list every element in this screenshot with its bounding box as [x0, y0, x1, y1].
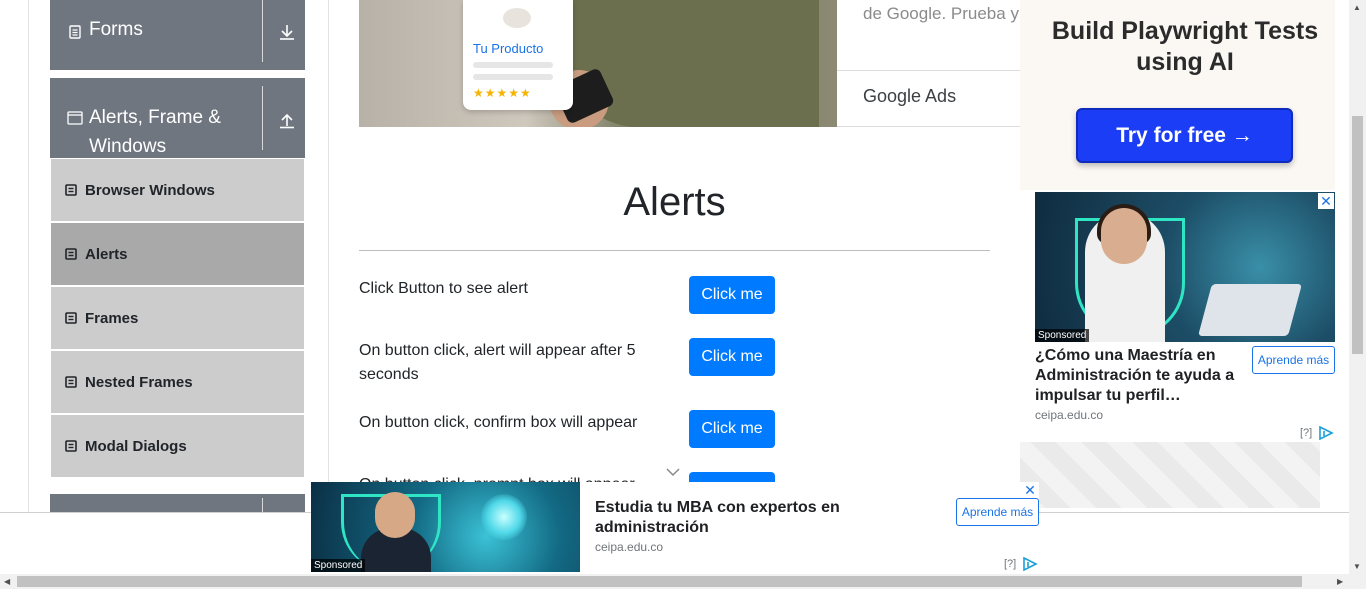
- mba-side-ad-headline[interactable]: ¿Cómo una Maestría en Administración te …: [1035, 346, 1245, 406]
- close-icon[interactable]: ✕: [1022, 482, 1038, 498]
- product-card-title: Tu Producto: [473, 41, 544, 56]
- ad-info-link[interactable]: [?]: [1300, 427, 1312, 439]
- list-icon: [65, 184, 77, 196]
- placeholder-line: [473, 74, 553, 80]
- timer-alert-button[interactable]: Click me: [689, 338, 775, 376]
- sidebar-item-label: Modal Dialogs: [85, 437, 187, 455]
- alert-button[interactable]: Click me: [689, 276, 775, 314]
- ad-background-pattern: [1020, 442, 1320, 508]
- bottom-ad-image[interactable]: Sponsored: [311, 482, 580, 572]
- left-border: [28, 0, 29, 512]
- sidebar-group-alerts-frame-windows[interactable]: Alerts, Frame & Windows: [50, 78, 305, 158]
- page-title: Alerts: [623, 180, 726, 224]
- hero-ad-brand[interactable]: Google Ads: [863, 86, 956, 107]
- lightbulb-icon: [481, 494, 527, 540]
- adchoices-icon[interactable]: [1318, 426, 1334, 440]
- laptop-icon: [1198, 284, 1302, 336]
- mba-side-ad-image[interactable]: Sponsored: [1035, 192, 1335, 342]
- sidebar-item-label: Alerts: [85, 245, 128, 263]
- sponsored-tag: Sponsored: [1035, 329, 1090, 342]
- group-separator: [262, 86, 263, 150]
- heading-divider: [359, 250, 990, 251]
- lamp-icon: [503, 8, 531, 28]
- sidebar-group-title: Alerts, Frame & Windows: [89, 107, 221, 157]
- document-icon: [69, 25, 81, 39]
- scroll-down-icon[interactable]: ▼: [1353, 562, 1361, 571]
- ad-info-link[interactable]: [?]: [1004, 558, 1016, 570]
- sidebar-item-browser-windows[interactable]: Browser Windows: [51, 159, 304, 221]
- prompt-button[interactable]: [689, 472, 775, 482]
- hero-divider: [837, 70, 1020, 71]
- list-icon: [65, 312, 77, 324]
- chevron-down-icon[interactable]: [665, 467, 681, 477]
- sidebar-item-label: Frames: [85, 309, 139, 327]
- confirm-row-label: On button click, confirm box will appear: [359, 414, 638, 431]
- star-rating: ★★★★★: [473, 86, 532, 100]
- upload-arrow-icon[interactable]: [278, 111, 296, 129]
- sidebar-item-frames[interactable]: Frames: [51, 287, 304, 349]
- vertical-scroll-thumb[interactable]: [1352, 116, 1363, 354]
- sidebar-group-forms[interactable]: Forms: [50, 0, 305, 70]
- scroll-right-icon[interactable]: ▶: [1337, 577, 1343, 586]
- hero-bottom-divider: [837, 126, 1020, 127]
- list-icon: [65, 440, 77, 452]
- horizontal-scroll-thumb[interactable]: [17, 576, 1302, 587]
- learn-more-button[interactable]: Aprende más: [1252, 346, 1335, 374]
- timer-alert-row-label: On button click, alert will appear after…: [359, 342, 636, 383]
- sidebar-item-label: Nested Frames: [85, 373, 193, 391]
- learn-more-button[interactable]: Aprende más: [956, 498, 1039, 526]
- hero-ad-text: de Google. Prueba y: [863, 4, 1019, 23]
- sidebar-item-alerts[interactable]: Alerts: [51, 223, 304, 285]
- group-separator: [262, 498, 263, 512]
- ad-person-face: [375, 492, 415, 538]
- prompt-row-label: On button click, prompt box will appear: [359, 473, 659, 482]
- hero-ad-image[interactable]: Tu Producto ★★★★★: [359, 0, 837, 127]
- ad-person-face: [1101, 208, 1147, 264]
- sponsored-tag: Sponsored: [311, 559, 366, 572]
- bottom-ad-headline[interactable]: Estudia tu MBA con expertos en administr…: [595, 498, 895, 538]
- close-icon[interactable]: ✕: [1318, 193, 1334, 209]
- confirm-button[interactable]: Click me: [689, 410, 775, 448]
- list-icon: [65, 376, 77, 388]
- window-icon: [67, 111, 83, 125]
- sidebar-item-label: Browser Windows: [85, 181, 215, 199]
- sidebar-item-modal-dialogs[interactable]: Modal Dialogs: [51, 415, 304, 477]
- playwright-ad-title: Build Playwright Tests using AI: [1051, 17, 1319, 76]
- ad-domain: ceipa.edu.co: [595, 540, 664, 554]
- try-for-free-button[interactable]: Try for free →: [1076, 108, 1293, 163]
- product-card: Tu Producto ★★★★★: [463, 0, 573, 110]
- alert-row-label: Click Button to see alert: [359, 280, 528, 297]
- scroll-up-icon[interactable]: ▲: [1353, 3, 1361, 12]
- sidebar-group-title: Forms: [89, 19, 143, 40]
- sidebar-group-next[interactable]: [50, 494, 305, 512]
- placeholder-line: [473, 62, 553, 68]
- scroll-left-icon[interactable]: ◀: [4, 577, 10, 586]
- group-separator: [262, 0, 263, 62]
- page: Forms Alerts, Frame & Windows Browser Wi…: [0, 0, 1366, 589]
- sidebar-divider: [328, 0, 329, 512]
- list-icon: [65, 248, 77, 260]
- ad-domain: ceipa.edu.co: [1035, 408, 1104, 422]
- download-arrow-icon[interactable]: [278, 23, 296, 41]
- sidebar-item-nested-frames[interactable]: Nested Frames: [51, 351, 304, 413]
- adchoices-icon[interactable]: [1022, 557, 1038, 571]
